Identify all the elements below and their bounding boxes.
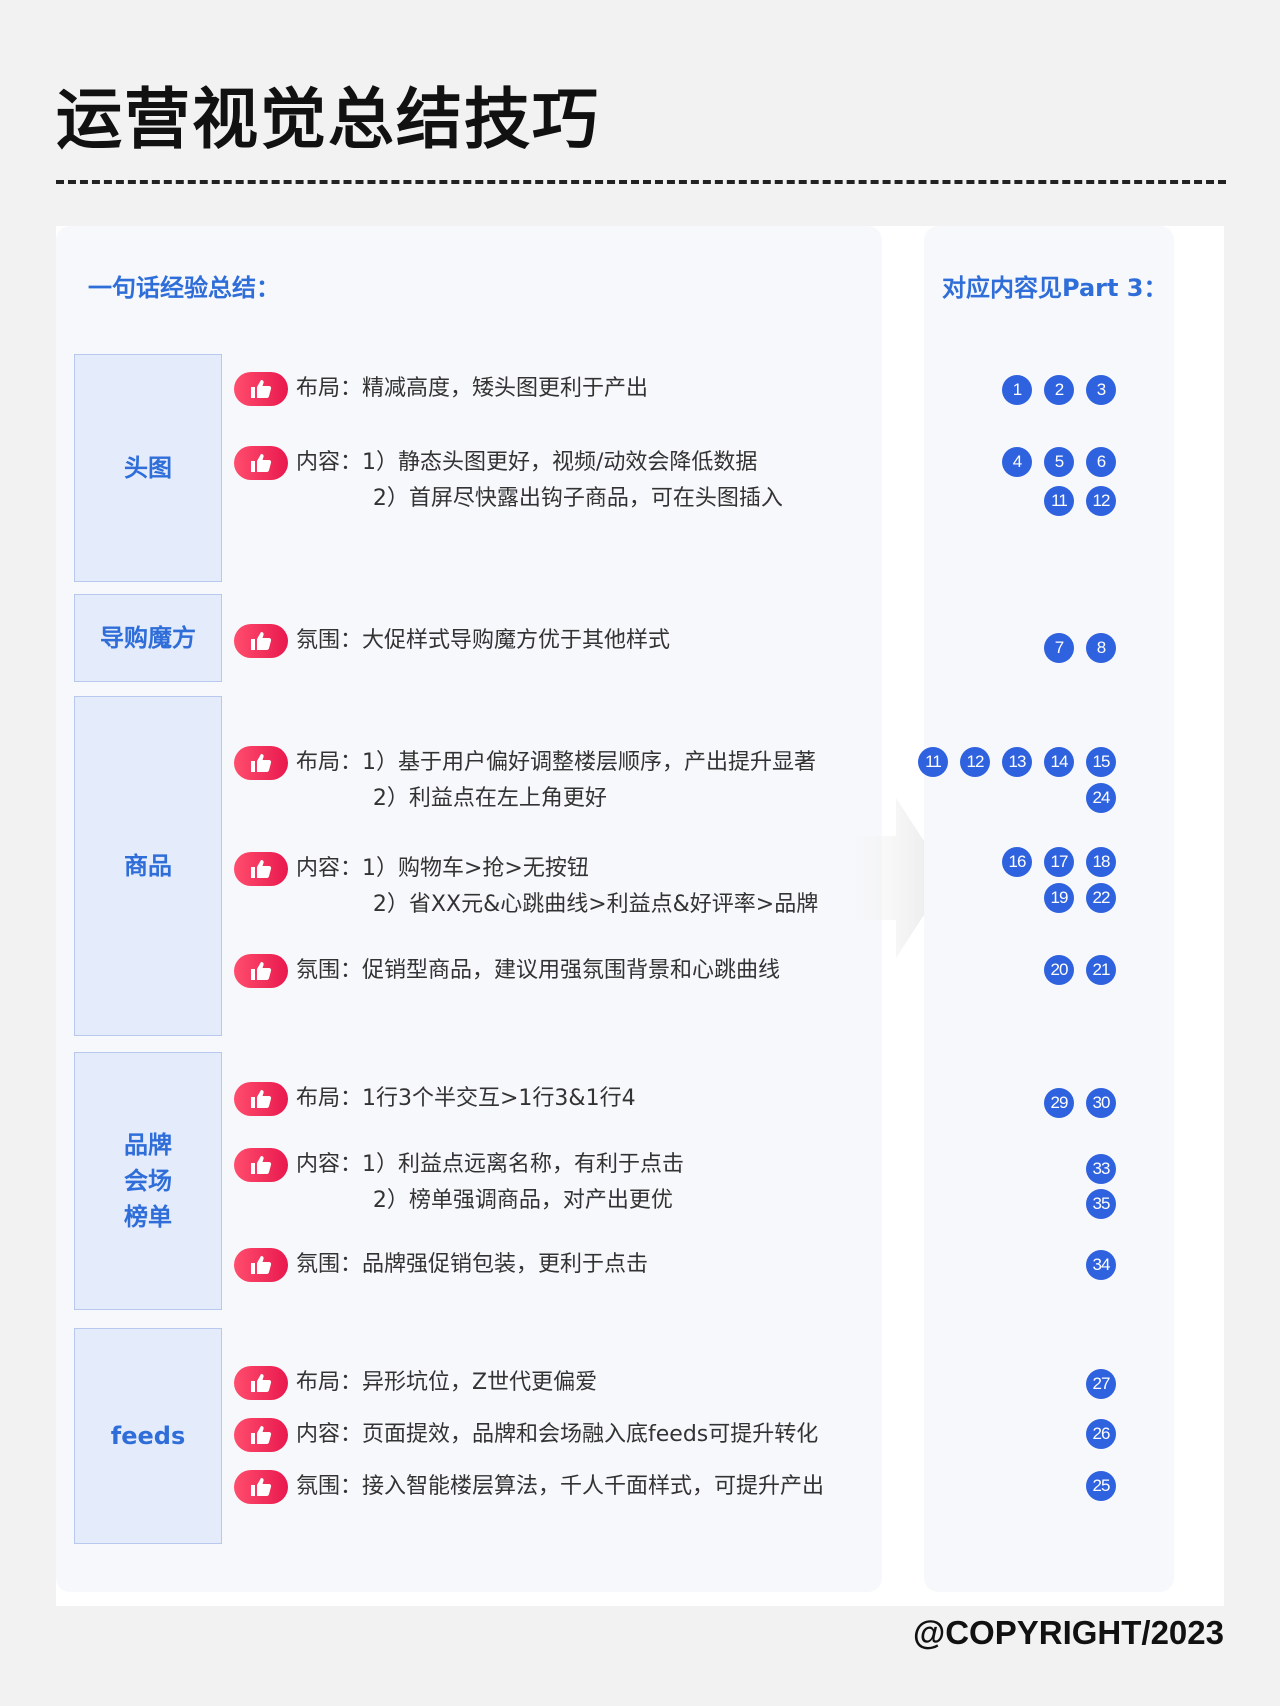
tip-row: 布局：1行3个半交互>1行3&1行4 bbox=[234, 1082, 636, 1117]
ref-row: 123 bbox=[1002, 375, 1116, 405]
thumbs-up-icon bbox=[234, 624, 288, 658]
ref-number: 17 bbox=[1044, 847, 1074, 877]
tip-text: 氛围：接入智能楼层算法，千人千面样式，可提升产出 bbox=[296, 1474, 825, 1499]
copyright-text: @COPYRIGHT/2023 bbox=[913, 1614, 1224, 1651]
ref-number: 16 bbox=[1002, 847, 1032, 877]
tip-row: 内容：1）静态头图更好，视频/动效会降低数据 2）首屏尽快露出钩子商品，可在头图… bbox=[234, 446, 783, 517]
ref-number: 11 bbox=[918, 747, 948, 777]
reference-heading: 对应内容见Part 3： bbox=[942, 274, 1168, 302]
category-feeds: feeds bbox=[74, 1328, 222, 1544]
thumbs-up-icon bbox=[234, 1148, 288, 1182]
summary-panel: 一句话经验总结： 头图 导购魔方 商品 品牌 会场 榜单 feeds 布局：精减… bbox=[56, 226, 1224, 1606]
ref-number: 26 bbox=[1086, 1419, 1116, 1449]
ref-number: 6 bbox=[1086, 447, 1116, 477]
tip-text: 氛围：大促样式导购魔方优于其他样式 bbox=[296, 628, 671, 653]
thumbs-up-icon bbox=[234, 446, 288, 480]
reference-card: 对应内容见Part 3： 123 456 11 12 78 11 12 13 14 15 … bbox=[918, 226, 1174, 1592]
summary-heading: 一句话经验总结： bbox=[88, 274, 280, 302]
ref-number: 3 bbox=[1086, 375, 1116, 405]
ref-number: 8 bbox=[1086, 633, 1116, 663]
page-title: 运营视觉总结技巧 bbox=[56, 80, 600, 158]
tip-text: 布局：异形坑位，Z世代更偏爱 bbox=[296, 1370, 598, 1395]
tip-row: 内容：1）购物车>抢>无按钮 2）省XX元&心跳曲线>利益点&好评率>品牌 bbox=[234, 852, 818, 923]
ref-row: 11 12 13 14 15 bbox=[918, 747, 1116, 777]
category-products: 商品 bbox=[74, 696, 222, 1036]
tip-row: 氛围：品牌强促销包装，更利于点击 bbox=[234, 1248, 648, 1283]
ref-number: 21 bbox=[1086, 955, 1116, 985]
tip-text: 氛围：促销型商品，建议用强氛围背景和心跳曲线 bbox=[296, 958, 781, 983]
ref-row: 25 bbox=[1086, 1471, 1116, 1501]
ref-row: 78 bbox=[1044, 633, 1116, 663]
ref-row: 24 bbox=[1086, 783, 1116, 813]
summary-card: 一句话经验总结： 头图 导购魔方 商品 品牌 会场 榜单 feeds 布局：精减… bbox=[56, 226, 882, 1592]
tip-row: 氛围：促销型商品，建议用强氛围背景和心跳曲线 bbox=[234, 954, 780, 989]
tip-row: 内容：页面提效，品牌和会场融入底feeds可提升转化 bbox=[234, 1418, 818, 1453]
ref-number: 5 bbox=[1044, 447, 1074, 477]
ref-number: 12 bbox=[960, 747, 990, 777]
ref-number: 11 bbox=[1044, 486, 1074, 516]
tip-text: 内容：1）静态头图更好，视频/动效会降低数据 2）首屏尽快露出钩子商品，可在头图… bbox=[296, 450, 783, 511]
tip-text: 内容：1）利益点远离名称，有利于点击 2）榜单强调商品，对产出更优 bbox=[296, 1152, 684, 1213]
ref-number: 22 bbox=[1086, 883, 1116, 913]
ref-number: 34 bbox=[1086, 1250, 1116, 1280]
ref-number: 1 bbox=[1002, 375, 1032, 405]
ref-number: 29 bbox=[1044, 1088, 1074, 1118]
ref-number: 33 bbox=[1086, 1154, 1116, 1184]
dashed-divider bbox=[56, 180, 1226, 184]
tip-row: 布局：精减高度，矮头图更利于产出 bbox=[234, 372, 648, 407]
tip-text: 内容：1）购物车>抢>无按钮 2）省XX元&心跳曲线>利益点&好评率>品牌 bbox=[296, 856, 819, 917]
ref-row: 20 21 bbox=[1044, 955, 1116, 985]
ref-number: 19 bbox=[1044, 883, 1074, 913]
tip-text: 布局：1行3个半交互>1行3&1行4 bbox=[296, 1086, 636, 1111]
ref-number: 20 bbox=[1044, 955, 1074, 985]
tip-row: 布局：异形坑位，Z世代更偏爱 bbox=[234, 1366, 597, 1401]
ref-number: 30 bbox=[1086, 1088, 1116, 1118]
tip-row: 氛围：接入智能楼层算法，千人千面样式，可提升产出 bbox=[234, 1470, 824, 1505]
category-brand-venue-ranking: 品牌 会场 榜单 bbox=[74, 1052, 222, 1310]
tip-text: 内容：页面提效，品牌和会场融入底feeds可提升转化 bbox=[296, 1422, 819, 1447]
ref-number: 18 bbox=[1086, 847, 1116, 877]
ref-number: 25 bbox=[1086, 1471, 1116, 1501]
ref-number: 7 bbox=[1044, 633, 1074, 663]
ref-number: 2 bbox=[1044, 375, 1074, 405]
ref-number: 12 bbox=[1086, 486, 1116, 516]
thumbs-up-icon bbox=[234, 954, 288, 988]
ref-row: 16 17 18 bbox=[1002, 847, 1116, 877]
ref-row: 35 bbox=[1086, 1189, 1116, 1219]
thumbs-up-icon bbox=[234, 1470, 288, 1504]
thumbs-up-icon bbox=[234, 1366, 288, 1400]
ref-row: 456 bbox=[1002, 447, 1116, 477]
thumbs-up-icon bbox=[234, 1418, 288, 1452]
ref-number: 35 bbox=[1086, 1189, 1116, 1219]
category-header-image: 头图 bbox=[74, 354, 222, 582]
tip-row: 内容：1）利益点远离名称，有利于点击 2）榜单强调商品，对产出更优 bbox=[234, 1148, 684, 1219]
tip-text: 布局：1）基于用户偏好调整楼层顺序，产出提升显著 2）利益点在左上角更好 bbox=[296, 750, 816, 811]
thumbs-up-icon bbox=[234, 746, 288, 780]
ref-number: 27 bbox=[1086, 1369, 1116, 1399]
tip-text: 氛围：品牌强促销包装，更利于点击 bbox=[296, 1252, 649, 1277]
ref-number: 24 bbox=[1086, 783, 1116, 813]
thumbs-up-icon bbox=[234, 1248, 288, 1282]
ref-row: 11 12 bbox=[1044, 486, 1116, 516]
ref-row: 26 bbox=[1086, 1419, 1116, 1449]
tip-row: 氛围：大促样式导购魔方优于其他样式 bbox=[234, 624, 670, 659]
thumbs-up-icon bbox=[234, 1082, 288, 1116]
ref-row: 29 30 bbox=[1044, 1088, 1116, 1118]
ref-number: 14 bbox=[1044, 747, 1074, 777]
tip-row: 布局：1）基于用户偏好调整楼层顺序，产出提升显著 2）利益点在左上角更好 bbox=[234, 746, 816, 817]
ref-row: 34 bbox=[1086, 1250, 1116, 1280]
tip-text: 布局：精减高度，矮头图更利于产出 bbox=[296, 376, 649, 401]
category-shopping-cube: 导购魔方 bbox=[74, 594, 222, 682]
ref-row: 19 22 bbox=[1044, 883, 1116, 913]
ref-number: 13 bbox=[1002, 747, 1032, 777]
ref-row: 27 bbox=[1086, 1369, 1116, 1399]
thumbs-up-icon bbox=[234, 372, 288, 406]
ref-row: 33 bbox=[1086, 1154, 1116, 1184]
thumbs-up-icon bbox=[234, 852, 288, 886]
ref-number: 4 bbox=[1002, 447, 1032, 477]
ref-number: 15 bbox=[1086, 747, 1116, 777]
